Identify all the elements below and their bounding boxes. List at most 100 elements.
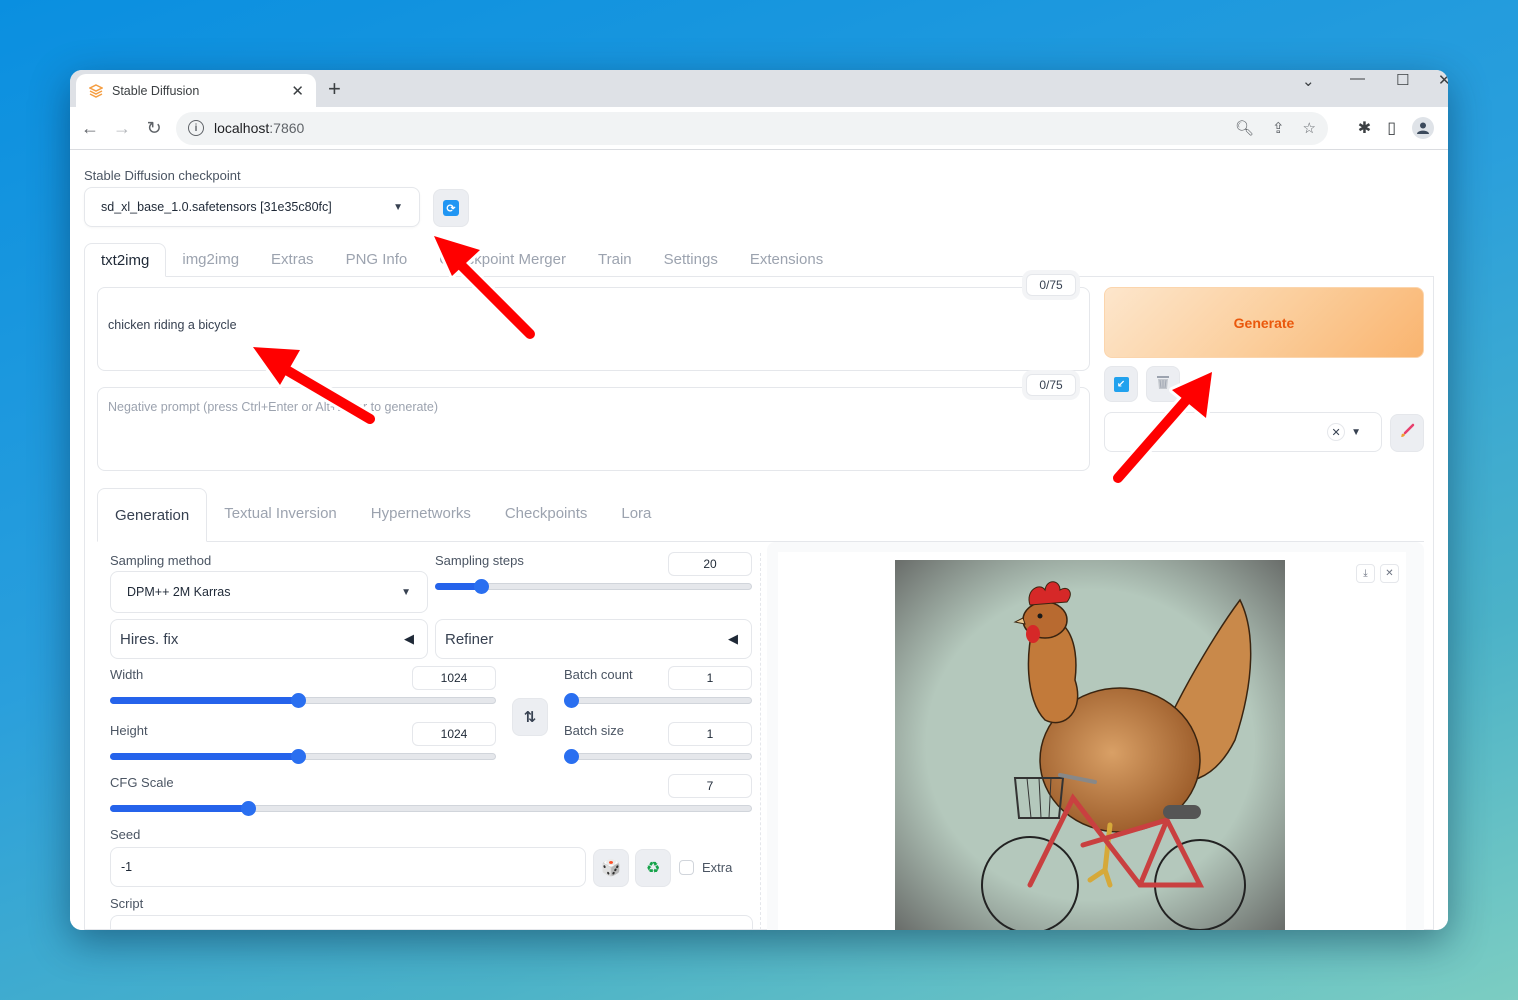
collapse-triangle-icon: ◀ xyxy=(728,631,738,646)
extensions-puzzle-icon[interactable]: ✱ xyxy=(1358,118,1371,138)
tab-extras[interactable]: Extras xyxy=(255,243,330,277)
paintbrush-icon xyxy=(1399,423,1415,444)
bookmark-star-icon[interactable]: ☆ xyxy=(1303,119,1316,137)
script-label: Script xyxy=(110,896,144,911)
extra-label: Extra xyxy=(702,860,733,875)
swap-dimensions-button[interactable]: ⇅ xyxy=(512,698,548,736)
new-tab-button[interactable]: + xyxy=(328,76,341,102)
width-label: Width xyxy=(110,667,144,682)
slider-track xyxy=(564,753,752,760)
batch-size-label: Batch size xyxy=(564,723,624,738)
sampling-method-dropdown[interactable]: DPM++ 2M Karras ▼ xyxy=(110,571,428,613)
slider-thumb[interactable] xyxy=(290,749,306,764)
share-icon[interactable]: ⇪ xyxy=(1272,119,1285,137)
chevron-down-icon: ▼ xyxy=(393,201,403,213)
extra-networks-tabs: Generation Textual Inversion Hypernetwor… xyxy=(97,487,1424,542)
negative-prompt-token-count: 0/75 xyxy=(1026,374,1076,396)
browser-tab[interactable]: Stable Diffusion ✕ xyxy=(76,74,316,107)
slider-fill xyxy=(110,805,249,812)
tab-checkpoint-merger[interactable]: Checkpoint Merger xyxy=(423,243,582,277)
refiner-accordion[interactable]: Refiner ◀ xyxy=(435,619,752,659)
reuse-seed-button[interactable]: ♻ xyxy=(635,849,671,887)
cfg-scale-input[interactable]: 7 xyxy=(668,774,752,798)
generated-image[interactable] xyxy=(895,560,1285,930)
side-panel-icon[interactable]: ▯ xyxy=(1387,118,1396,138)
chevron-down-icon: ▼ xyxy=(1351,426,1361,438)
prompt-input[interactable]: chicken riding a bicycle xyxy=(97,287,1090,371)
tab-title: Stable Diffusion xyxy=(112,83,200,98)
seed-input[interactable]: -1 xyxy=(110,847,586,887)
trash-icon xyxy=(1155,374,1171,395)
height-slider[interactable] xyxy=(110,748,496,764)
tab-extensions[interactable]: Extensions xyxy=(734,243,839,277)
tab-hypernetworks[interactable]: Hypernetworks xyxy=(354,487,488,541)
batch-count-label: Batch count xyxy=(564,667,633,682)
slider-thumb[interactable] xyxy=(564,693,579,708)
sampling-steps-input[interactable]: 20 xyxy=(668,552,752,576)
tab-lora[interactable]: Lora xyxy=(604,487,668,541)
width-input[interactable]: 1024 xyxy=(412,666,496,690)
chevron-down-icon: ▼ xyxy=(401,586,411,598)
script-dropdown[interactable] xyxy=(110,915,753,930)
slider-fill xyxy=(110,697,298,704)
sampling-method-value: DPM++ 2M Karras xyxy=(127,585,231,599)
address-bar[interactable]: i localhost:7860 🔍︎ ⇪ ☆ xyxy=(176,111,1328,145)
tab-textual-inversion[interactable]: Textual Inversion xyxy=(207,487,354,541)
stable-diffusion-logo-icon xyxy=(88,83,104,99)
column-separator xyxy=(760,553,761,930)
close-window-button[interactable]: ✕ xyxy=(1438,71,1448,89)
batch-count-input[interactable]: 1 xyxy=(668,666,752,690)
extra-seed-checkbox[interactable] xyxy=(679,860,694,875)
batch-count-slider[interactable] xyxy=(564,692,752,708)
clear-prompt-button[interactable] xyxy=(1146,366,1180,402)
read-generation-params-button[interactable]: ↙ xyxy=(1104,366,1138,402)
prompt-token-count: 0/75 xyxy=(1026,274,1076,296)
profile-avatar-icon[interactable] xyxy=(1412,117,1434,139)
dice-icon: 🎲 xyxy=(601,860,621,877)
tab-png-info[interactable]: PNG Info xyxy=(330,243,424,277)
zoom-search-icon[interactable]: 🔍︎ xyxy=(1235,119,1254,137)
tab-search-chevron-icon[interactable]: ⌄ xyxy=(1302,72,1315,90)
edit-styles-button[interactable] xyxy=(1390,414,1424,452)
forward-arrow-icon[interactable]: → xyxy=(106,118,138,139)
negative-prompt-input[interactable]: Negative prompt (press Ctrl+Enter or Alt… xyxy=(97,387,1090,471)
info-icon[interactable]: i xyxy=(188,120,204,136)
slider-thumb[interactable] xyxy=(564,749,579,764)
tab-settings[interactable]: Settings xyxy=(648,243,734,277)
back-arrow-icon[interactable]: ← xyxy=(74,118,106,139)
minimize-button[interactable]: — xyxy=(1350,70,1365,87)
width-slider[interactable] xyxy=(110,692,496,708)
close-icon: ✕ xyxy=(1385,568,1394,579)
generate-button[interactable]: Generate xyxy=(1104,287,1424,358)
random-seed-button[interactable]: 🎲 xyxy=(593,849,629,887)
refresh-checkpoints-button[interactable]: ⟳ xyxy=(433,189,469,227)
browser-toolbar: ← → ↻ i localhost:7860 🔍︎ ⇪ ☆ ✱ ▯ xyxy=(70,107,1448,150)
tab-img2img[interactable]: img2img xyxy=(166,243,255,277)
hires-fix-accordion[interactable]: Hires. fix ◀ xyxy=(110,619,428,659)
close-image-button[interactable]: ✕ xyxy=(1380,564,1399,583)
height-input[interactable]: 1024 xyxy=(412,722,496,746)
batch-size-input[interactable]: 1 xyxy=(668,722,752,746)
tab-checkpoints[interactable]: Checkpoints xyxy=(488,487,605,541)
slider-thumb[interactable] xyxy=(473,579,489,594)
checkpoint-dropdown[interactable]: sd_xl_base_1.0.safetensors [31e35c80fc] … xyxy=(84,187,420,227)
maximize-button[interactable]: ☐ xyxy=(1396,71,1409,89)
collapse-triangle-icon: ◀ xyxy=(404,631,414,646)
swap-arrows-icon: ⇅ xyxy=(523,709,537,726)
slider-thumb[interactable] xyxy=(290,693,306,708)
close-tab-icon[interactable]: ✕ xyxy=(291,82,304,100)
tab-txt2img[interactable]: txt2img xyxy=(84,243,167,277)
tab-train[interactable]: Train xyxy=(582,243,648,277)
tab-generation[interactable]: Generation xyxy=(97,488,208,542)
sampling-steps-slider[interactable] xyxy=(435,578,752,594)
styles-dropdown[interactable]: ✕ ▼ xyxy=(1104,412,1382,452)
download-image-button[interactable]: ⤓ xyxy=(1356,564,1375,583)
seed-label: Seed xyxy=(110,827,141,842)
cfg-scale-slider[interactable] xyxy=(110,800,752,816)
batch-size-slider[interactable] xyxy=(564,748,752,764)
main-tabs: txt2img img2img Extras PNG Info Checkpoi… xyxy=(84,243,1434,277)
clear-styles-icon[interactable]: ✕ xyxy=(1327,423,1346,441)
reload-icon[interactable]: ↻ xyxy=(138,118,170,139)
checkpoint-value: sd_xl_base_1.0.safetensors [31e35c80fc] xyxy=(101,200,332,214)
slider-thumb[interactable] xyxy=(241,801,257,816)
